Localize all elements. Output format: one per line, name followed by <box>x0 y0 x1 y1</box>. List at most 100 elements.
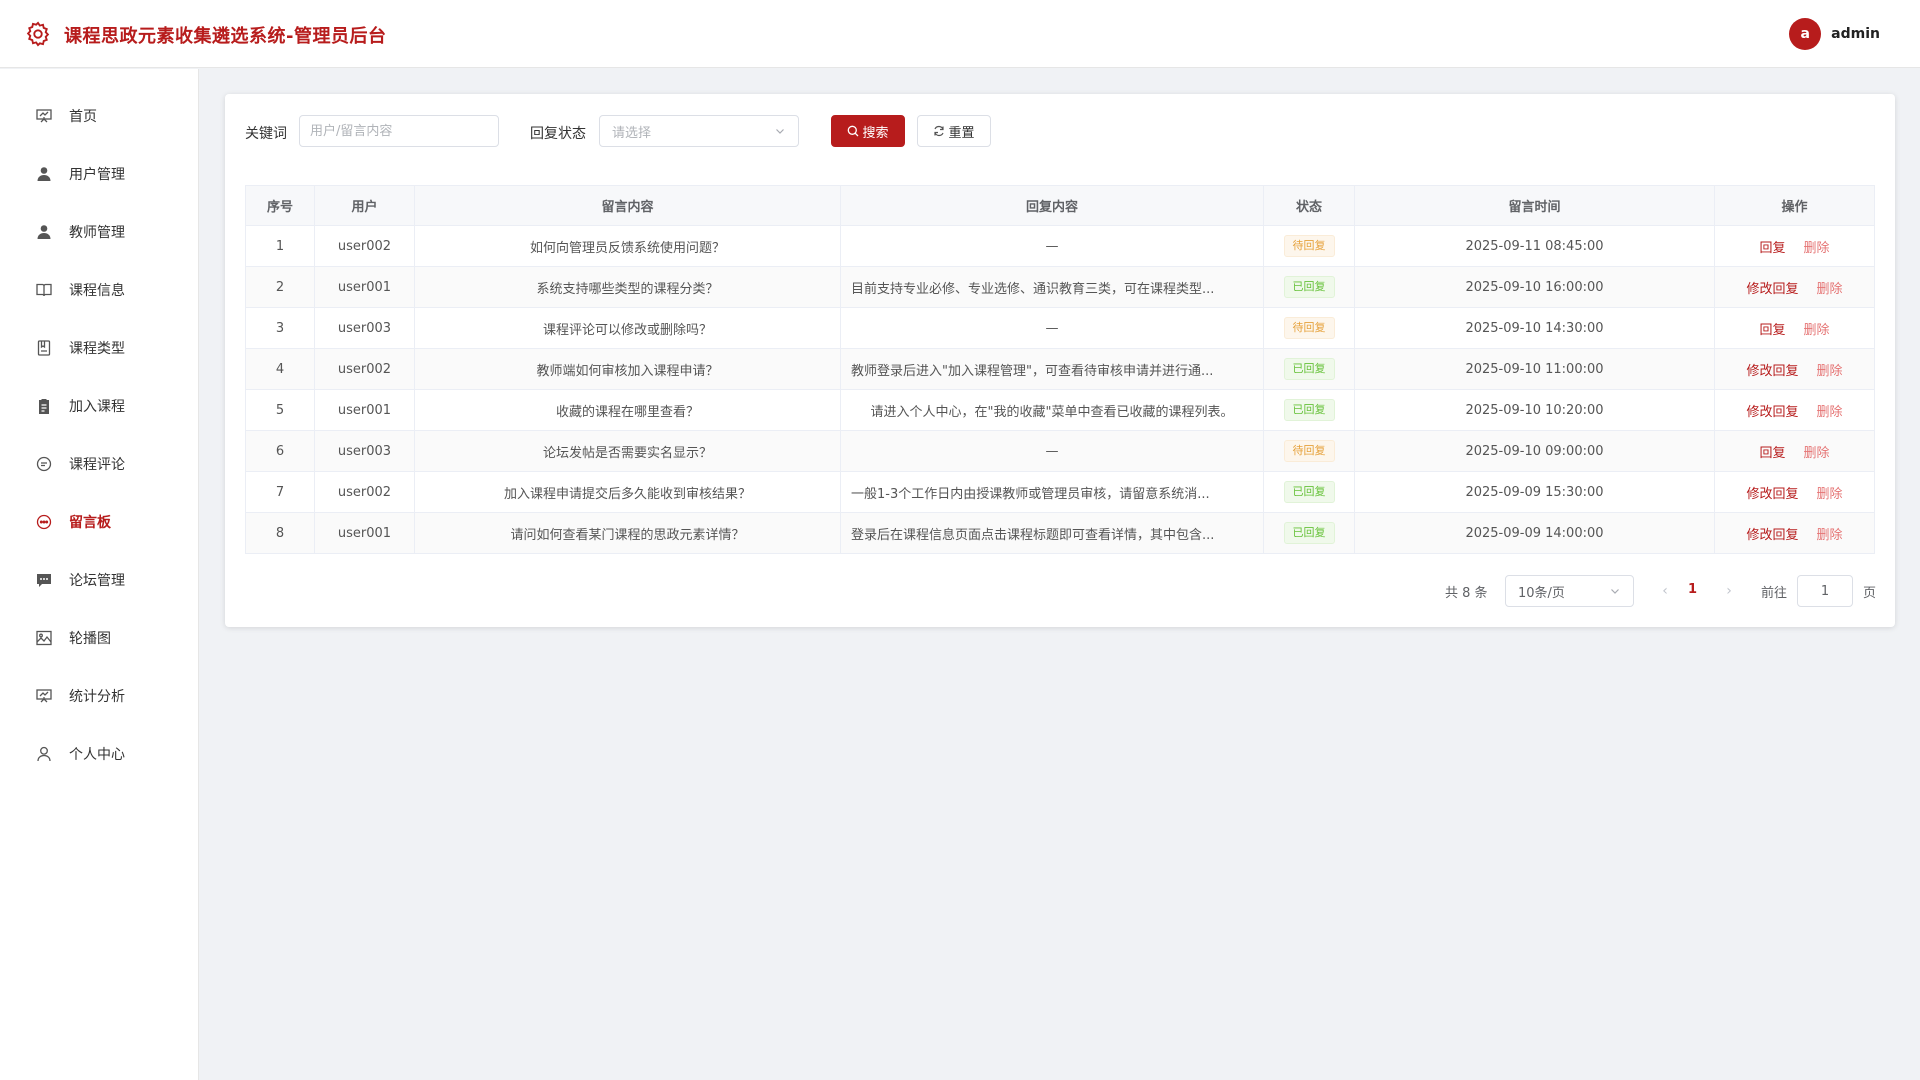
sidebar-item-label: 教师管理 <box>69 225 125 241</box>
sidebar-item-teachers[interactable]: 教师管理 <box>0 212 198 252</box>
picture-icon <box>35 629 53 647</box>
delete-button[interactable]: 删除 <box>1804 446 1830 461</box>
goto-page-input[interactable] <box>1797 575 1853 607</box>
keyword-label: 关键词 <box>245 126 287 142</box>
search-button[interactable]: 搜索 <box>831 115 905 147</box>
sidebar-item-profile[interactable]: 个人中心 <box>0 734 198 774</box>
table-row: 8 user001 请问如何查看某门课程的思政元素详情？ 登录后在课程信息页面点… <box>245 512 1875 554</box>
column-header-time: 留言时间 <box>1354 185 1715 226</box>
sidebar-item-message-board[interactable]: 留言板 <box>0 502 198 542</box>
keyword-input[interactable] <box>299 115 499 147</box>
cell-user: user001 <box>314 266 415 308</box>
sidebar-item-label: 课程信息 <box>69 283 125 299</box>
edit-reply-button[interactable]: 修改回复 <box>1746 364 1798 379</box>
sidebar-item-users[interactable]: 用户管理 <box>0 154 198 194</box>
status-label: 回复状态 <box>530 126 586 142</box>
cell-user: user003 <box>314 307 415 349</box>
cell-reply: 一般1-3个工作日内由授课教师或管理员审核，请留意系统消... <box>840 471 1264 513</box>
table-row: 4 user002 教师端如何审核加入课程申请？ 教师登录后进入"加入课程管理"… <box>245 348 1875 390</box>
cell-time: 2025-09-10 09:00:00 <box>1354 430 1715 472</box>
delete-button[interactable]: 删除 <box>1817 487 1843 502</box>
cell-reply: 目前支持专业必修、专业选修、通识教育三类，可在课程类型... <box>840 266 1264 308</box>
status-badge: 已回复 <box>1283 399 1335 421</box>
message-list-card: 关键词 回复状态 请选择 搜索 重置 序号 用户 留言内容 回复内容 状态 留言… <box>225 94 1895 627</box>
column-header-content: 留言内容 <box>414 185 841 226</box>
delete-button[interactable]: 删除 <box>1804 323 1830 338</box>
cell-actions: 修改回复 删除 <box>1714 471 1875 513</box>
cell-status: 已回复 <box>1263 266 1355 308</box>
sidebar-item-carousel[interactable]: 轮播图 <box>0 618 198 658</box>
status-badge: 已回复 <box>1283 276 1335 298</box>
sidebar-item-course-comments[interactable]: 课程评论 <box>0 444 198 484</box>
sidebar-item-statistics[interactable]: 统计分析 <box>0 676 198 716</box>
delete-button[interactable]: 删除 <box>1817 282 1843 297</box>
edit-reply-button[interactable]: 修改回复 <box>1746 487 1798 502</box>
cell-status: 已回复 <box>1263 471 1355 513</box>
cell-user: user001 <box>314 389 415 431</box>
cell-index: 8 <box>245 512 315 554</box>
message-table: 序号 用户 留言内容 回复内容 状态 留言时间 操作 1 user002 如何向… <box>245 185 1875 554</box>
sidebar-item-label: 统计分析 <box>69 689 125 705</box>
cell-reply: 登录后在课程信息页面点击课程标题即可查看详情，其中包含... <box>840 512 1264 554</box>
clipboard-icon <box>35 397 53 415</box>
sidebar-item-course-info[interactable]: 课程信息 <box>0 270 198 310</box>
delete-button[interactable]: 删除 <box>1804 241 1830 256</box>
cell-reply: — <box>840 430 1264 472</box>
cell-content: 系统支持哪些类型的课程分类？ <box>414 266 841 308</box>
reply-button[interactable]: 回复 <box>1759 446 1785 461</box>
cell-status: 已回复 <box>1263 389 1355 431</box>
sidebar-item-join-course[interactable]: 加入课程 <box>0 386 198 426</box>
sidebar-item-label: 加入课程 <box>69 399 125 415</box>
sidebar-item-forum[interactable]: 论坛管理 <box>0 560 198 600</box>
sidebar-item-label: 课程类型 <box>69 341 125 357</box>
column-header-actions: 操作 <box>1714 185 1875 226</box>
search-button-label: 搜索 <box>862 125 889 141</box>
status-badge: 待回复 <box>1283 440 1335 462</box>
username[interactable]: admin <box>1831 26 1880 42</box>
edit-reply-button[interactable]: 修改回复 <box>1746 282 1798 297</box>
chevron-down-icon <box>1611 589 1619 594</box>
delete-button[interactable]: 删除 <box>1817 528 1843 543</box>
avatar[interactable]: a <box>1789 18 1822 50</box>
reply-button[interactable]: 回复 <box>1759 323 1785 338</box>
cell-reply: 教师登录后进入"加入课程管理"，可查看待审核申请并进行通... <box>840 348 1264 390</box>
delete-button[interactable]: 删除 <box>1817 405 1843 420</box>
table-row: 1 user002 如何向管理员反馈系统使用问题？ — 待回复 2025-09-… <box>245 225 1875 267</box>
delete-button[interactable]: 删除 <box>1817 364 1843 379</box>
user-menu[interactable]: a admin <box>1789 18 1880 50</box>
cell-time: 2025-09-10 14:30:00 <box>1354 307 1715 349</box>
app-title: 课程思政元素收集遴选系统-管理员后台 <box>64 26 387 47</box>
cell-time: 2025-09-09 14:00:00 <box>1354 512 1715 554</box>
cell-time: 2025-09-10 16:00:00 <box>1354 266 1715 308</box>
page-size-select[interactable]: 10条/页 <box>1505 575 1634 607</box>
sidebar-item-course-types[interactable]: 课程类型 <box>0 328 198 368</box>
cell-index: 6 <box>245 430 315 472</box>
goto-label: 前往 <box>1761 586 1788 601</box>
column-header-reply: 回复内容 <box>840 185 1264 226</box>
cell-status: 已回复 <box>1263 512 1355 554</box>
reset-button-label: 重置 <box>948 125 975 141</box>
page-number-current[interactable]: 1 <box>1688 582 1697 597</box>
next-page-button[interactable]: › <box>1719 581 1739 601</box>
status-badge: 已回复 <box>1283 481 1335 503</box>
cell-index: 7 <box>245 471 315 513</box>
sidebar-item-home[interactable]: 首页 <box>0 96 198 136</box>
status-badge: 待回复 <box>1283 317 1335 339</box>
edit-reply-button[interactable]: 修改回复 <box>1746 405 1798 420</box>
cell-user: user002 <box>314 471 415 513</box>
cell-index: 3 <box>245 307 315 349</box>
status-select[interactable]: 请选择 <box>599 115 799 147</box>
pagination-total: 共 8 条 <box>1445 586 1488 601</box>
cell-actions: 修改回复 删除 <box>1714 348 1875 390</box>
reset-button[interactable]: 重置 <box>917 115 991 147</box>
cell-content: 如何向管理员反馈系统使用问题？ <box>414 225 841 267</box>
edit-reply-button[interactable]: 修改回复 <box>1746 528 1798 543</box>
cell-time: 2025-09-10 10:20:00 <box>1354 389 1715 431</box>
reply-button[interactable]: 回复 <box>1759 241 1785 256</box>
cell-content: 请问如何查看某门课程的思政元素详情？ <box>414 512 841 554</box>
prev-page-button[interactable]: ‹ <box>1655 581 1675 601</box>
cell-reply: — <box>840 225 1264 267</box>
table-row: 2 user001 系统支持哪些类型的课程分类？ 目前支持专业必修、专业选修、通… <box>245 266 1875 308</box>
cell-user: user002 <box>314 225 415 267</box>
message-box-icon <box>35 571 53 589</box>
